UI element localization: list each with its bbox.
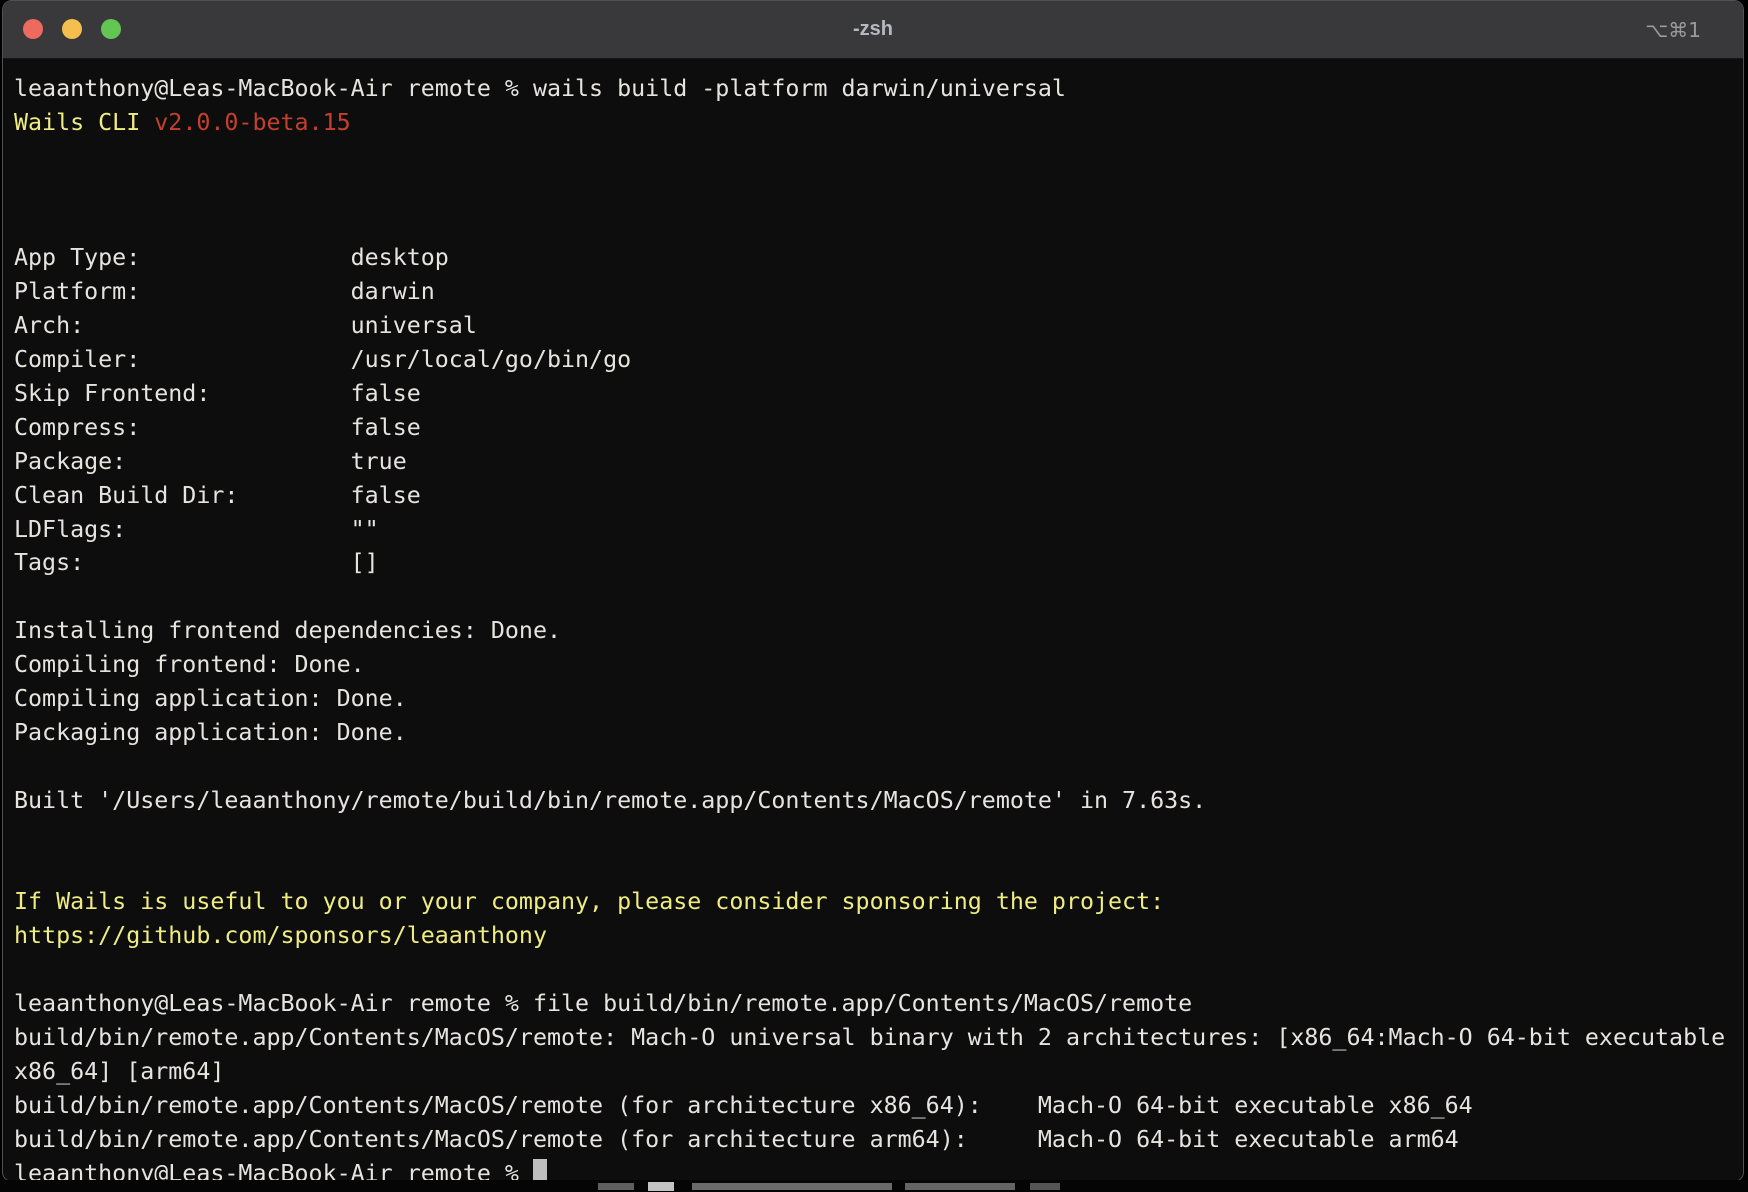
terminal-line: x86_64] [arm64] xyxy=(14,1055,1743,1089)
terminal-line: Tags: [] xyxy=(14,546,1743,580)
terminal-line xyxy=(14,580,1743,614)
clipped-background-text xyxy=(648,1182,674,1191)
terminal-window: -zsh ⌥⌘1 leaanthony@Leas-MacBook-Air rem… xyxy=(2,0,1744,1182)
terminal-line: If Wails is useful to you or your compan… xyxy=(14,885,1743,919)
window-title: -zsh xyxy=(3,1,1743,58)
terminal-line: Clean Build Dir: false xyxy=(14,479,1743,513)
terminal-line: Wails CLI v2.0.0-beta.15 xyxy=(14,106,1743,140)
terminal-line: https://github.com/sponsors/leaanthony xyxy=(14,919,1743,953)
clipped-background-text xyxy=(905,1183,1015,1190)
terminal-line: Arch: universal xyxy=(14,309,1743,343)
terminal-line xyxy=(14,750,1743,784)
terminal-line xyxy=(14,851,1743,885)
background-window-sliver xyxy=(0,1180,1748,1192)
terminal-line: App Type: desktop xyxy=(14,241,1743,275)
terminal-line: Compress: false xyxy=(14,411,1743,445)
terminal-line: build/bin/remote.app/Contents/MacOS/remo… xyxy=(14,1021,1743,1055)
terminal-line: Skip Frontend: false xyxy=(14,377,1743,411)
terminal-line xyxy=(14,818,1743,852)
terminal-line: build/bin/remote.app/Contents/MacOS/remo… xyxy=(14,1123,1743,1157)
terminal-line: Installing frontend dependencies: Done. xyxy=(14,614,1743,648)
terminal-line: Compiling frontend: Done. xyxy=(14,648,1743,682)
terminal-line: Package: true xyxy=(14,445,1743,479)
terminal-line: Platform: darwin xyxy=(14,275,1743,309)
terminal-line xyxy=(14,140,1743,174)
terminal-line xyxy=(14,208,1743,242)
terminal-line: leaanthony@Leas-MacBook-Air remote % xyxy=(14,1157,1743,1183)
tab-shortcut-badge: ⌥⌘1 xyxy=(1645,1,1701,58)
terminal-line: leaanthony@Leas-MacBook-Air remote % fil… xyxy=(14,987,1743,1021)
terminal-line xyxy=(14,953,1743,987)
clipped-background-text xyxy=(598,1183,634,1190)
terminal-line: Built '/Users/leaanthony/remote/build/bi… xyxy=(14,784,1743,818)
clipped-background-text xyxy=(692,1183,892,1190)
terminal-line: leaanthony@Leas-MacBook-Air remote % wai… xyxy=(14,72,1743,106)
text-cursor xyxy=(533,1159,547,1183)
terminal-output[interactable]: leaanthony@Leas-MacBook-Air remote % wai… xyxy=(3,59,1743,1182)
clipped-background-text xyxy=(1030,1183,1060,1190)
terminal-line: LDFlags: "" xyxy=(14,513,1743,547)
terminal-line: Packaging application: Done. xyxy=(14,716,1743,750)
titlebar[interactable]: -zsh ⌥⌘1 xyxy=(3,1,1743,59)
terminal-line: Compiler: /usr/local/go/bin/go xyxy=(14,343,1743,377)
terminal-line: build/bin/remote.app/Contents/MacOS/remo… xyxy=(14,1089,1743,1123)
terminal-line xyxy=(14,174,1743,208)
terminal-line: Compiling application: Done. xyxy=(14,682,1743,716)
